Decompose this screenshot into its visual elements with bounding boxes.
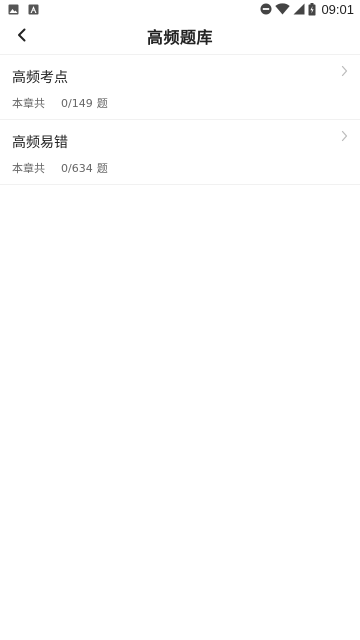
meta-unit: 题 [96,97,108,110]
meta-unit: 题 [96,162,108,175]
question-bank-list: 高频考点 本章共 0/149 题 高频易错 本章共 0/634 题 [0,55,360,185]
status-bar-right: 09:01 [257,2,354,17]
item-title: 高频易错 [12,135,68,151]
meta-label: 本章共 [12,162,45,175]
battery-icon [308,2,316,16]
list-item-high-frequency-mistakes[interactable]: 高频易错 本章共 0/634 题 [0,120,360,185]
chevron-right-icon [341,65,348,77]
list-item-high-frequency-points[interactable]: 高频考点 本章共 0/149 题 [0,55,360,120]
chevron-left-icon [17,27,27,46]
image-icon [8,4,19,15]
meta-count: 0/149 [61,96,93,110]
signal-icon [293,3,305,15]
meta-count: 0/634 [61,161,93,175]
do-not-disturb-icon [260,3,272,15]
item-meta: 本章共 0/634 题 [12,160,108,176]
status-time: 09:01 [321,1,354,17]
font-a-icon [28,4,39,15]
wifi-icon [275,3,291,15]
meta-label: 本章共 [12,97,45,110]
page-title: 高频题库 [146,28,213,47]
status-bar: 09:01 [0,0,360,18]
status-bar-left [8,4,48,15]
chevron-right-icon [341,130,348,142]
item-meta: 本章共 0/149 题 [12,95,108,111]
header: 高频题库 [0,18,360,55]
item-title: 高频考点 [12,70,68,86]
back-button[interactable] [8,22,36,50]
